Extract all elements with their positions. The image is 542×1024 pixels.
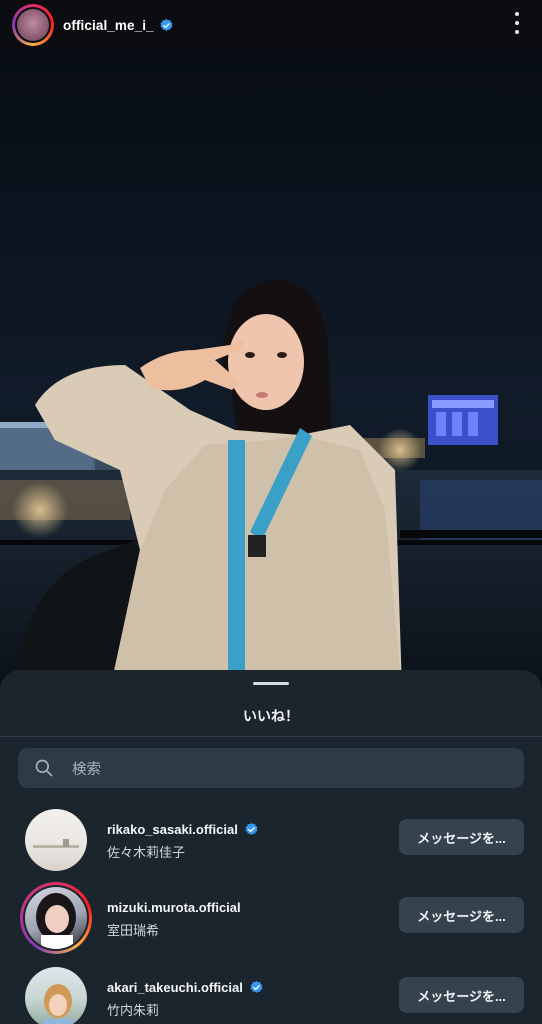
username[interactable]: official_me_i_	[63, 18, 154, 33]
verified-badge-icon	[160, 18, 173, 31]
liker-name: 佐々木莉佳子	[107, 845, 186, 860]
liker-name: 竹内朱莉	[107, 1003, 160, 1018]
post-photo[interactable]	[0, 50, 542, 690]
liker-handle[interactable]: mizuki.murota.official	[107, 900, 241, 915]
post-header: official_me_i_	[0, 0, 542, 50]
liker-handle[interactable]: rikako_sasaki.official	[107, 822, 259, 837]
liker-name: 室田瑞希	[107, 923, 160, 938]
search-placeholder: 検索	[72, 761, 101, 778]
night-portrait-image	[0, 50, 542, 690]
divider	[0, 736, 542, 737]
more-options-icon[interactable]	[514, 12, 520, 34]
liker-handle[interactable]: akari_takeuchi.official	[107, 980, 264, 995]
sheet-title: いいね！	[243, 708, 299, 724]
avatar[interactable]	[20, 804, 92, 876]
verified-badge-icon	[245, 822, 258, 835]
avatar[interactable]	[20, 962, 92, 1024]
profile-avatar[interactable]	[12, 4, 54, 46]
likes-sheet: いいね！ 検索 rikako_sasaki.official 佐々木莉佳子 メッ…	[0, 670, 542, 1024]
avatar-story-ring[interactable]	[20, 882, 92, 954]
search-input[interactable]: 検索	[18, 748, 524, 788]
message-button[interactable]: メッセージを...	[399, 977, 524, 1013]
search-icon	[35, 759, 53, 777]
liker-row[interactable]: mizuki.murota.official 室田瑞希 メッセージを...	[0, 882, 542, 960]
liker-row[interactable]: rikako_sasaki.official 佐々木莉佳子 メッセージを...	[0, 804, 542, 882]
message-button[interactable]: メッセージを...	[399, 897, 524, 933]
message-button[interactable]: メッセージを...	[399, 819, 524, 855]
verified-badge-icon	[250, 980, 263, 993]
drag-handle[interactable]	[253, 682, 289, 685]
liker-row[interactable]: akari_takeuchi.official 竹内朱莉 メッセージを...	[0, 962, 542, 1024]
